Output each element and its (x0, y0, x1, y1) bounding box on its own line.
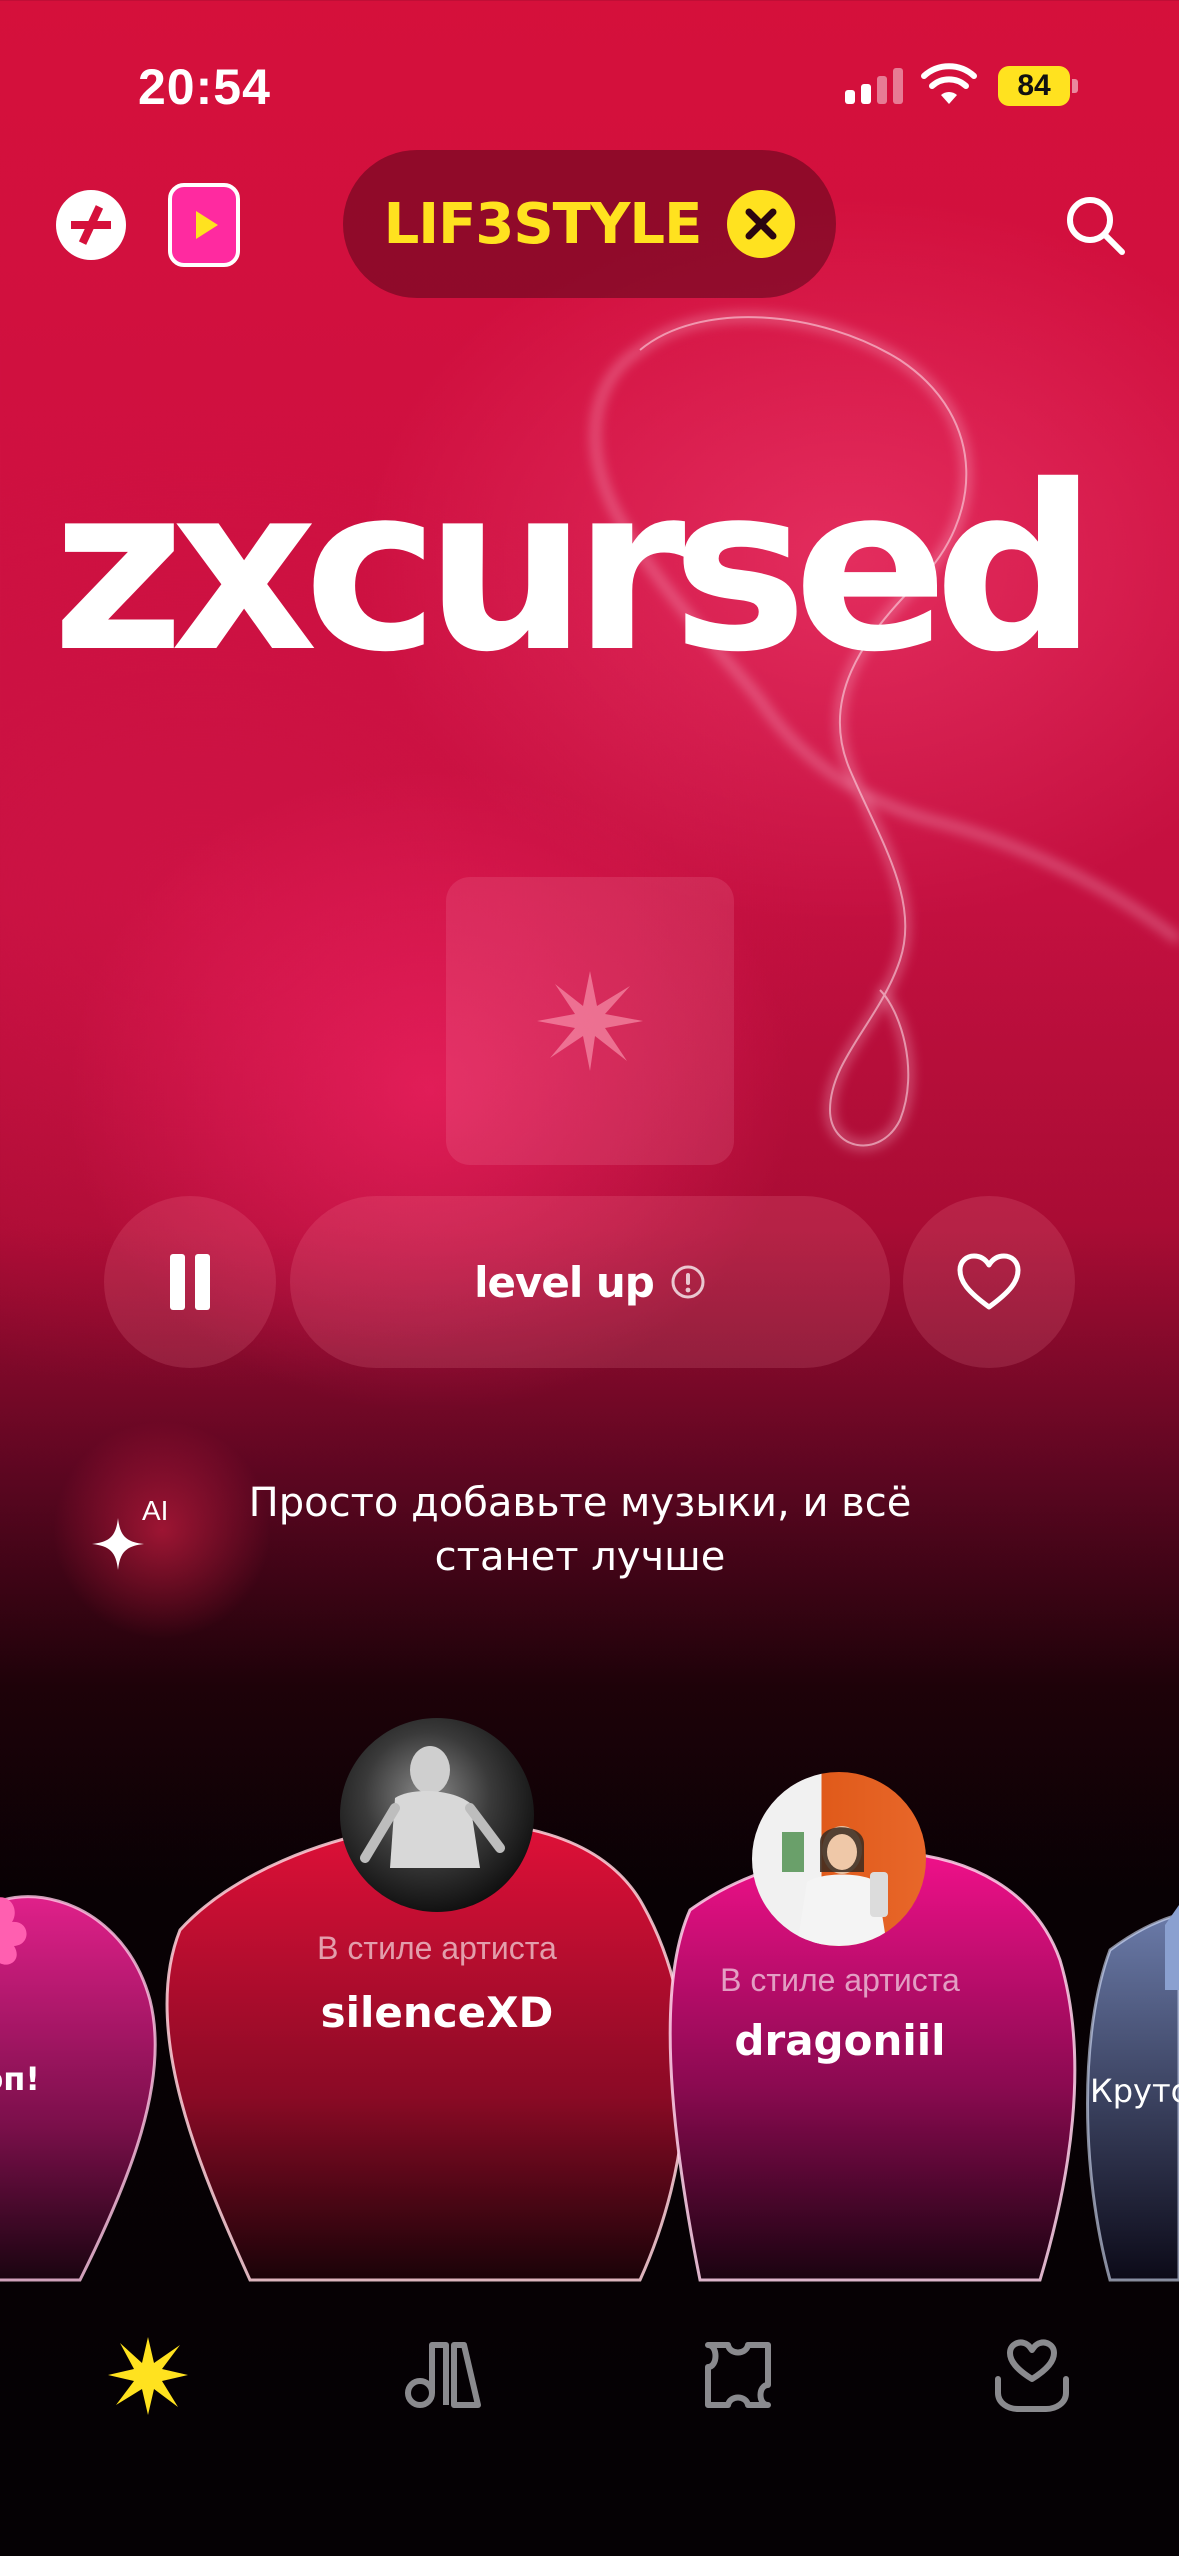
card-subtitle-dragoniil: В стиле артиста (720, 1962, 960, 1998)
tab-collection[interactable] (402, 2335, 482, 2415)
info-icon[interactable] (670, 1264, 706, 1300)
avatar-silencexd[interactable] (340, 1718, 534, 1912)
track-pill[interactable]: level up (290, 1196, 890, 1368)
video-button[interactable] (168, 183, 240, 267)
pause-button[interactable] (104, 1196, 276, 1368)
card-title-dragoniil: dragoniil (734, 2016, 946, 2065)
vibe-cards-carousel[interactable]: В стиле артиста silenceXD В стиле артист… (0, 1700, 1179, 2300)
search-icon[interactable] (1062, 192, 1128, 258)
avatar-dragoniil[interactable] (752, 1772, 926, 1946)
vibe-star-icon (108, 2337, 188, 2415)
ai-hint-text: Просто добавьте музыки, и всё станет луч… (248, 1480, 912, 1580)
card-subtitle-silencexd: В стиле артиста (317, 1930, 557, 1966)
tab-favorites[interactable] (992, 2335, 1072, 2415)
play-icon (196, 211, 218, 239)
close-icon[interactable] (727, 190, 796, 258)
status-time: 20:54 (138, 59, 271, 115)
vibe-star-icon (537, 971, 643, 1071)
track-name: level up (474, 1257, 655, 1307)
card-title-right: Круто (1090, 2072, 1179, 2110)
pause-icon (170, 1254, 210, 1310)
ai-badge: AI (142, 1495, 168, 1526)
track-cover[interactable] (446, 877, 734, 1165)
vibe-name: LIF3STYLE (383, 191, 703, 257)
tab-vibe[interactable] (108, 2335, 188, 2415)
collection-icon (405, 2342, 481, 2408)
tab-map[interactable] (698, 2335, 778, 2415)
heart-icon (957, 1253, 1021, 1310)
map-icon (705, 2342, 771, 2408)
vibe-chip[interactable]: LIF3STYLE (343, 150, 836, 298)
heart-hand-icon (995, 2339, 1069, 2412)
plus-slash-icon (71, 205, 111, 245)
card-title-left: оп! (0, 2060, 40, 2098)
artist-title: zxcursed (52, 436, 1097, 702)
like-button[interactable] (903, 1196, 1075, 1368)
card-title-silencexd: silenceXD (320, 1988, 554, 2037)
battery-level: 84 (998, 66, 1070, 106)
plus-button[interactable] (56, 190, 126, 260)
battery-indicator: 84 (998, 66, 1078, 106)
ai-sparkle-icon[interactable]: AI (88, 1490, 198, 1580)
cellular-signal-icon (845, 68, 903, 104)
wifi-icon (921, 63, 977, 104)
